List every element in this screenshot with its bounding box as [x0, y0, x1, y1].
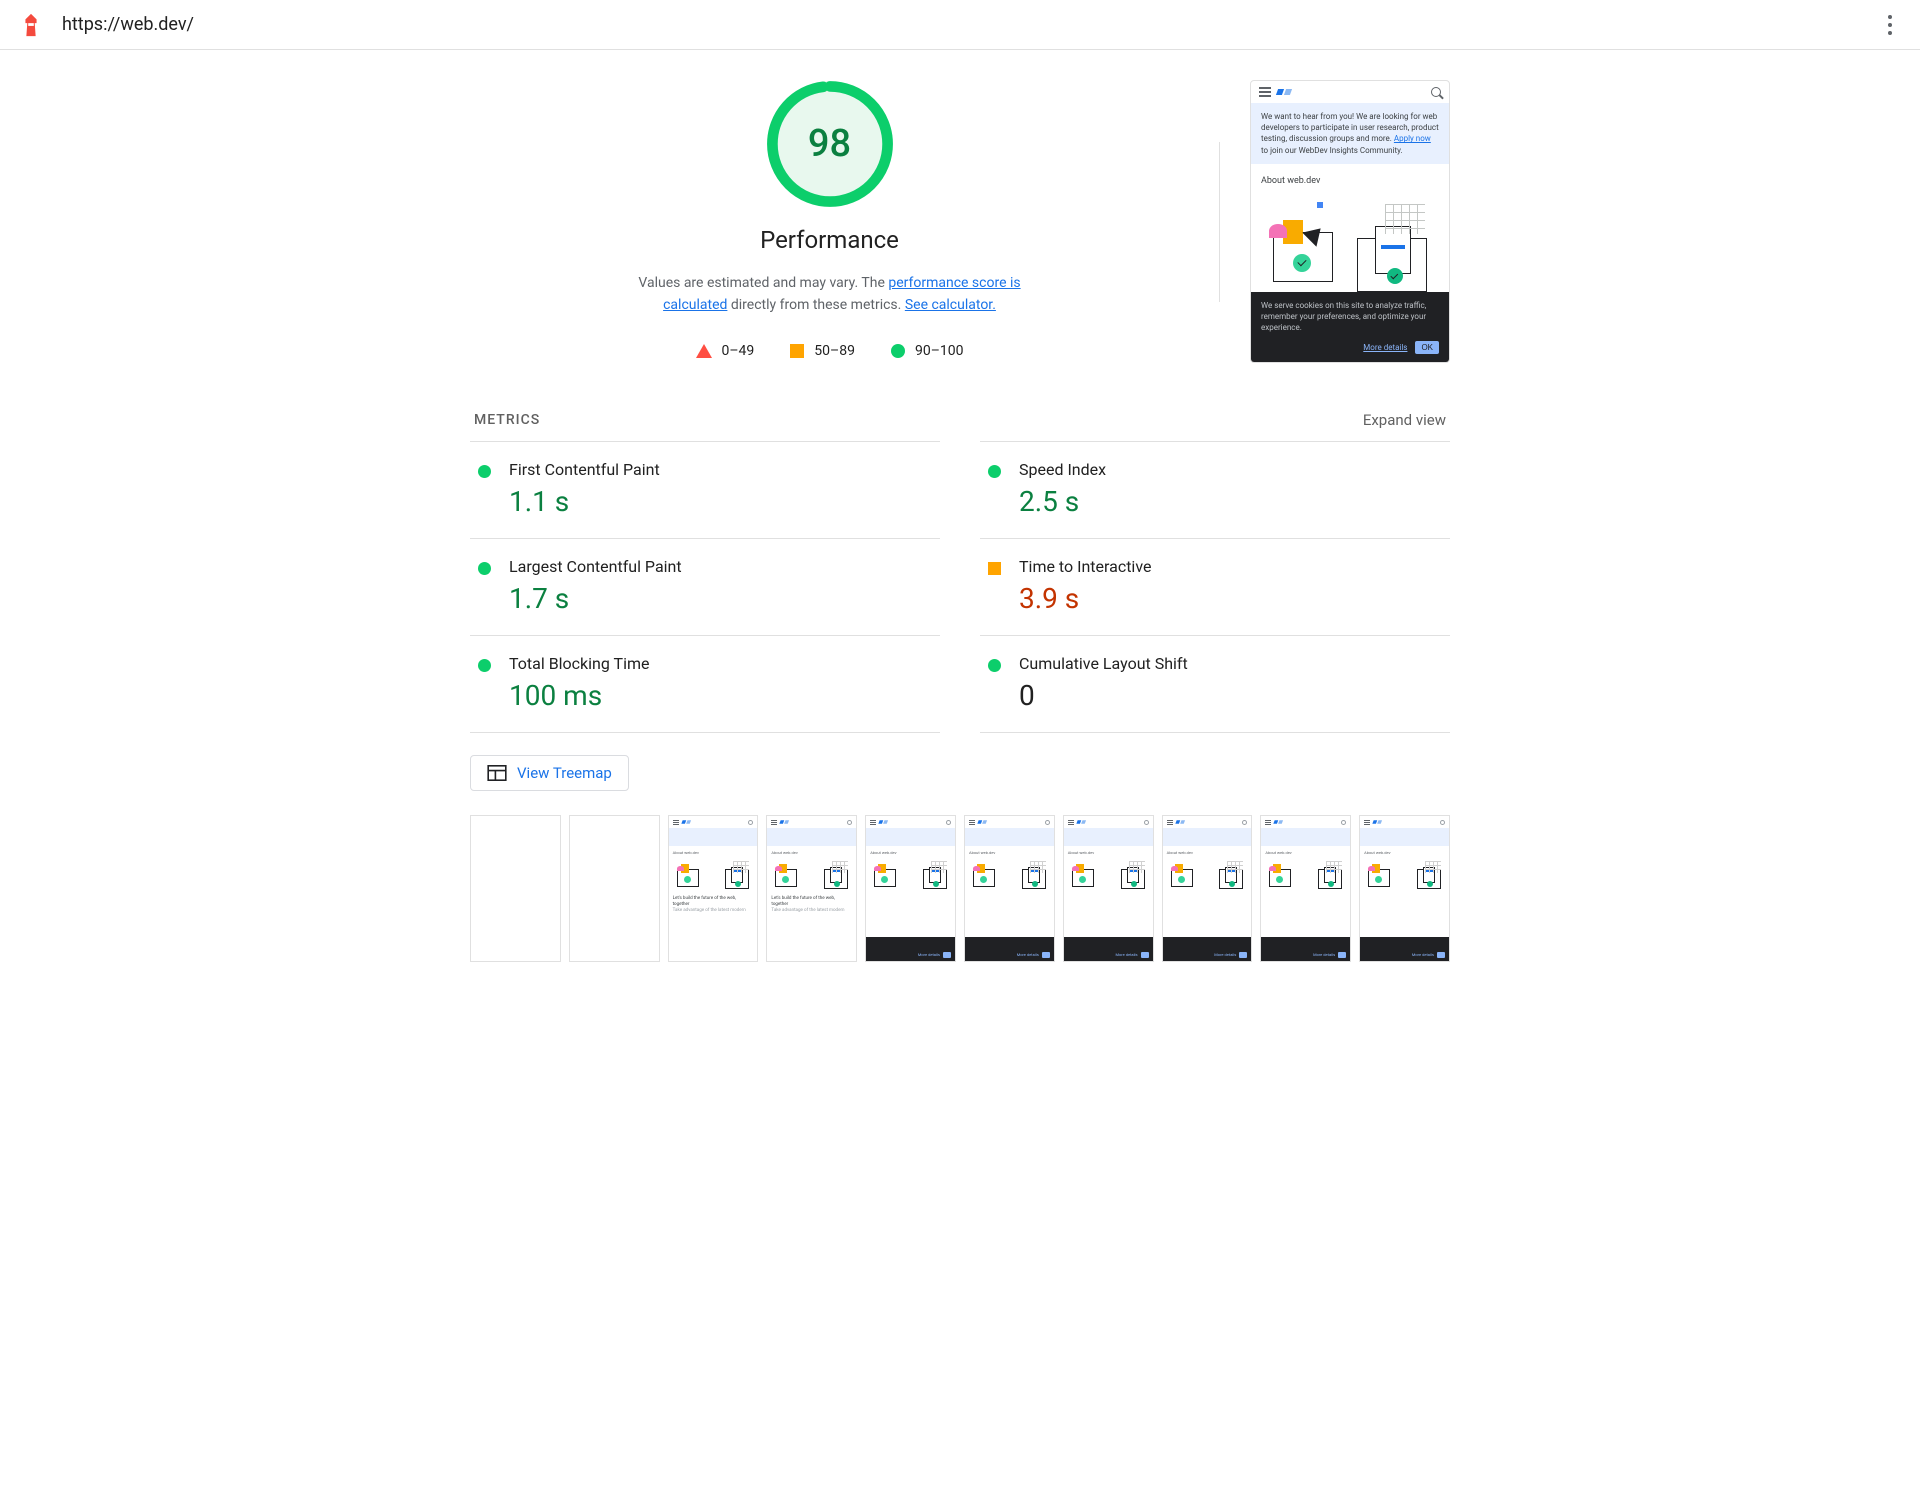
- metric-value: 100 ms: [509, 679, 932, 712]
- metrics-section-header: METRICS Expand view: [470, 411, 1450, 429]
- preview-banner: We want to hear from you! We are looking…: [1251, 103, 1449, 164]
- circle-icon: [478, 562, 491, 575]
- circle-icon: [988, 465, 1001, 478]
- view-treemap-button[interactable]: View Treemap: [470, 755, 629, 791]
- circle-icon: [891, 344, 905, 358]
- filmstrip-thumbnail[interactable]: About web.dev More details: [1162, 815, 1253, 961]
- triangle-icon: [696, 344, 712, 358]
- legend-pass-label: 90–100: [915, 343, 964, 359]
- square-icon: [988, 562, 1001, 575]
- expand-view-toggle[interactable]: Expand view: [1363, 411, 1446, 429]
- metric-row[interactable]: Time to Interactive 3.9 s: [980, 538, 1450, 635]
- filmstrip-thumbnail[interactable]: About web.dev More details: [1359, 815, 1450, 961]
- filmstrip-thumbnail[interactable]: About web.dev Let's build the future of …: [668, 815, 759, 961]
- metric-value: 3.9 s: [1019, 582, 1442, 615]
- see-calculator-link[interactable]: See calculator.: [905, 297, 996, 313]
- page-screenshot-preview[interactable]: We want to hear from you! We are looking…: [1250, 80, 1450, 363]
- category-title: Performance: [760, 226, 899, 254]
- metric-row[interactable]: Speed Index 2.5 s: [980, 441, 1450, 538]
- filmstrip-thumbnail[interactable]: [569, 815, 660, 961]
- legend-average: 50–89: [790, 343, 855, 359]
- preview-more-details-link: More details: [1363, 342, 1407, 353]
- metric-name: Time to Interactive: [1019, 557, 1442, 576]
- preview-banner-suffix: to join our WebDev Insights Community.: [1261, 146, 1403, 155]
- legend-average-label: 50–89: [814, 343, 855, 359]
- metric-name: Speed Index: [1019, 460, 1442, 479]
- metric-row[interactable]: First Contentful Paint 1.1 s: [470, 441, 940, 538]
- circle-icon: [988, 659, 1001, 672]
- score-summary: 98 Performance Values are estimated and …: [470, 80, 1189, 363]
- preview-cookie-banner: We serve cookies on this site to analyze…: [1251, 292, 1449, 363]
- metric-row[interactable]: Largest Contentful Paint 1.7 s: [470, 538, 940, 635]
- legend-fail: 0–49: [696, 343, 755, 359]
- filmstrip-thumbnail[interactable]: About web.dev More details: [964, 815, 1055, 961]
- hero-divider: [1219, 142, 1220, 302]
- filmstrip-thumbnail[interactable]: About web.dev More details: [1260, 815, 1351, 961]
- metric-value: 0: [1019, 679, 1442, 712]
- webdev-logo-icon: [1277, 89, 1291, 95]
- more-menu-button[interactable]: [1878, 13, 1902, 37]
- metric-value: 2.5 s: [1019, 485, 1442, 518]
- preview-ok-button: OK: [1415, 341, 1439, 354]
- treemap-label: View Treemap: [517, 764, 612, 782]
- metric-name: Total Blocking Time: [509, 654, 932, 673]
- desc-prefix: Values are estimated and may vary. The: [638, 275, 888, 291]
- metric-value: 1.1 s: [509, 485, 932, 518]
- preview-cookie-text: We serve cookies on this site to analyze…: [1261, 300, 1439, 334]
- metric-row[interactable]: Total Blocking Time 100 ms: [470, 635, 940, 733]
- metric-row[interactable]: Cumulative Layout Shift 0: [980, 635, 1450, 733]
- hero-section: 98 Performance Values are estimated and …: [470, 50, 1450, 363]
- search-icon: [1431, 87, 1441, 97]
- hamburger-icon: [1259, 87, 1271, 97]
- metric-name: Cumulative Layout Shift: [1019, 654, 1442, 673]
- circle-icon: [478, 465, 491, 478]
- report-container: 98 Performance Values are estimated and …: [460, 50, 1460, 1002]
- legend-pass: 90–100: [891, 343, 964, 359]
- gauge-score-value: 98: [766, 80, 894, 208]
- score-legend: 0–49 50–89 90–100: [696, 343, 964, 359]
- metric-name: Largest Contentful Paint: [509, 557, 932, 576]
- desc-mid: directly from these metrics.: [727, 297, 904, 313]
- filmstrip-thumbnail[interactable]: [470, 815, 561, 961]
- preview-header: [1251, 81, 1449, 103]
- filmstrip-thumbnail[interactable]: About web.dev More details: [1063, 815, 1154, 961]
- preview-banner-link: Apply now: [1394, 134, 1431, 143]
- filmstrip: About web.dev Let's build the future of …: [470, 815, 1450, 961]
- audited-url[interactable]: https://web.dev/: [62, 14, 1878, 35]
- score-description: Values are estimated and may vary. The p…: [620, 272, 1040, 317]
- legend-fail-label: 0–49: [722, 343, 755, 359]
- preview-about-heading: About web.dev: [1251, 164, 1449, 194]
- filmstrip-thumbnail[interactable]: About web.dev Let's build the future of …: [766, 815, 857, 961]
- treemap-icon: [487, 765, 507, 781]
- metrics-grid: First Contentful Paint 1.1 s Speed Index 2.…: [470, 441, 1450, 733]
- metric-name: First Contentful Paint: [509, 460, 932, 479]
- circle-icon: [478, 659, 491, 672]
- metrics-title: METRICS: [474, 412, 540, 428]
- performance-gauge[interactable]: 98: [766, 80, 894, 208]
- lighthouse-icon: [18, 12, 44, 38]
- topbar: https://web.dev/: [0, 0, 1920, 50]
- metric-value: 1.7 s: [509, 582, 932, 615]
- preview-illustration: [1255, 202, 1445, 292]
- filmstrip-thumbnail[interactable]: About web.dev More details: [865, 815, 956, 961]
- square-icon: [790, 344, 804, 358]
